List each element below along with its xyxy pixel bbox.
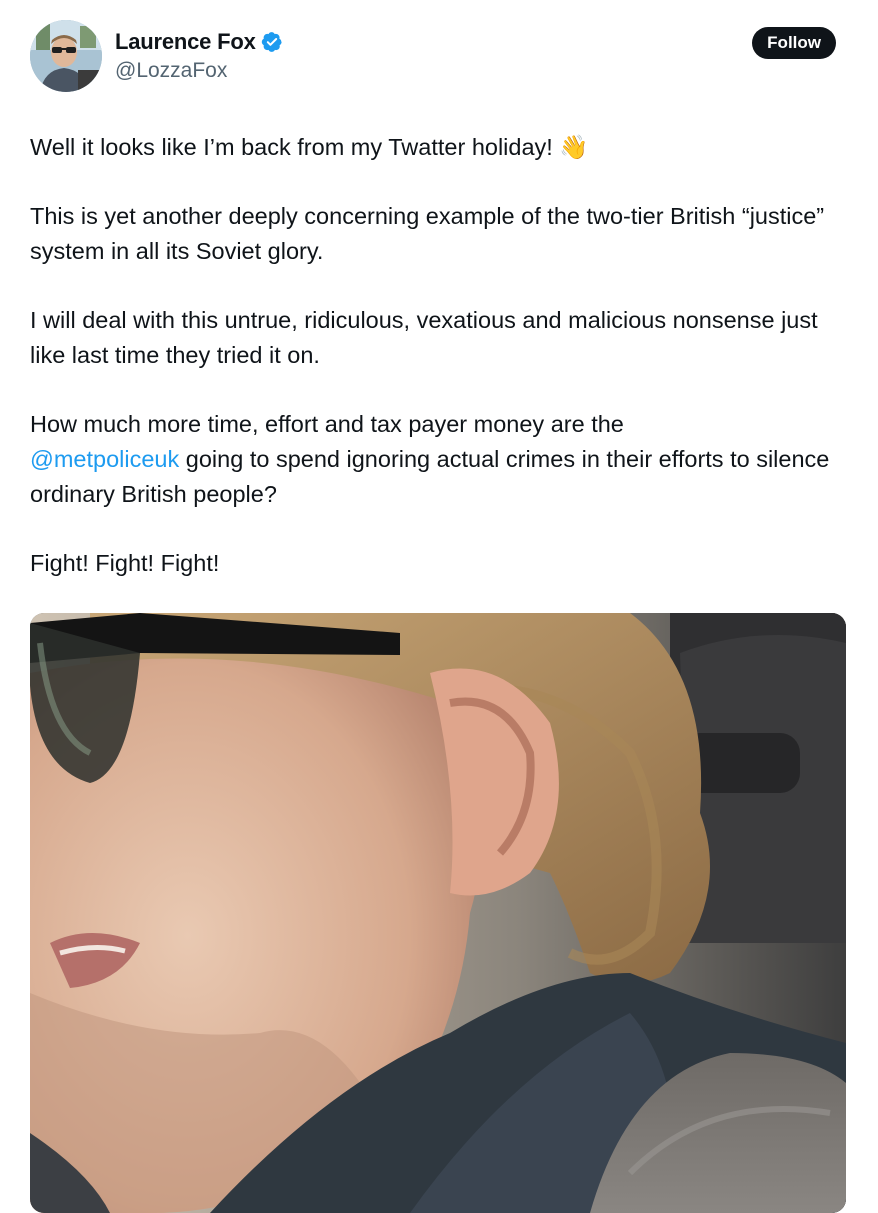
- mention-link[interactable]: @metpoliceuk: [30, 446, 179, 472]
- tweet-paragraph-text: How much more time, effort and tax payer…: [30, 411, 624, 437]
- tweet-header: Laurence Fox @LozzaFox Follow: [30, 18, 840, 94]
- tweet-media[interactable]: [30, 613, 846, 1213]
- author-handle[interactable]: @LozzaFox: [115, 59, 283, 83]
- follow-button[interactable]: Follow: [752, 27, 836, 59]
- tweet-paragraph: I will deal with this untrue, ridiculous…: [30, 307, 818, 368]
- name-row: Laurence Fox: [115, 28, 283, 56]
- tweet-text: Well it looks like I’m back from my Twat…: [30, 130, 840, 581]
- tweet-paragraph: Fight! Fight! Fight!: [30, 550, 220, 576]
- tweet-paragraph-text: Well it looks like I’m back from my Twat…: [30, 134, 553, 160]
- tweet-paragraph: Well it looks like I’m back from my Twat…: [30, 130, 840, 165]
- verified-badge-icon[interactable]: [261, 31, 283, 53]
- display-name[interactable]: Laurence Fox: [115, 29, 256, 55]
- avatar-photo-icon: [30, 20, 102, 92]
- tweet-paragraph: How much more time, effort and tax payer…: [30, 407, 840, 512]
- video-frame-icon: [30, 613, 846, 1213]
- avatar[interactable]: [30, 20, 102, 92]
- tweet-paragraph: This is yet another deeply concerning ex…: [30, 203, 825, 264]
- waving-hand-emoji-icon: 👋: [559, 133, 589, 161]
- author-info: Laurence Fox @LozzaFox: [115, 28, 283, 83]
